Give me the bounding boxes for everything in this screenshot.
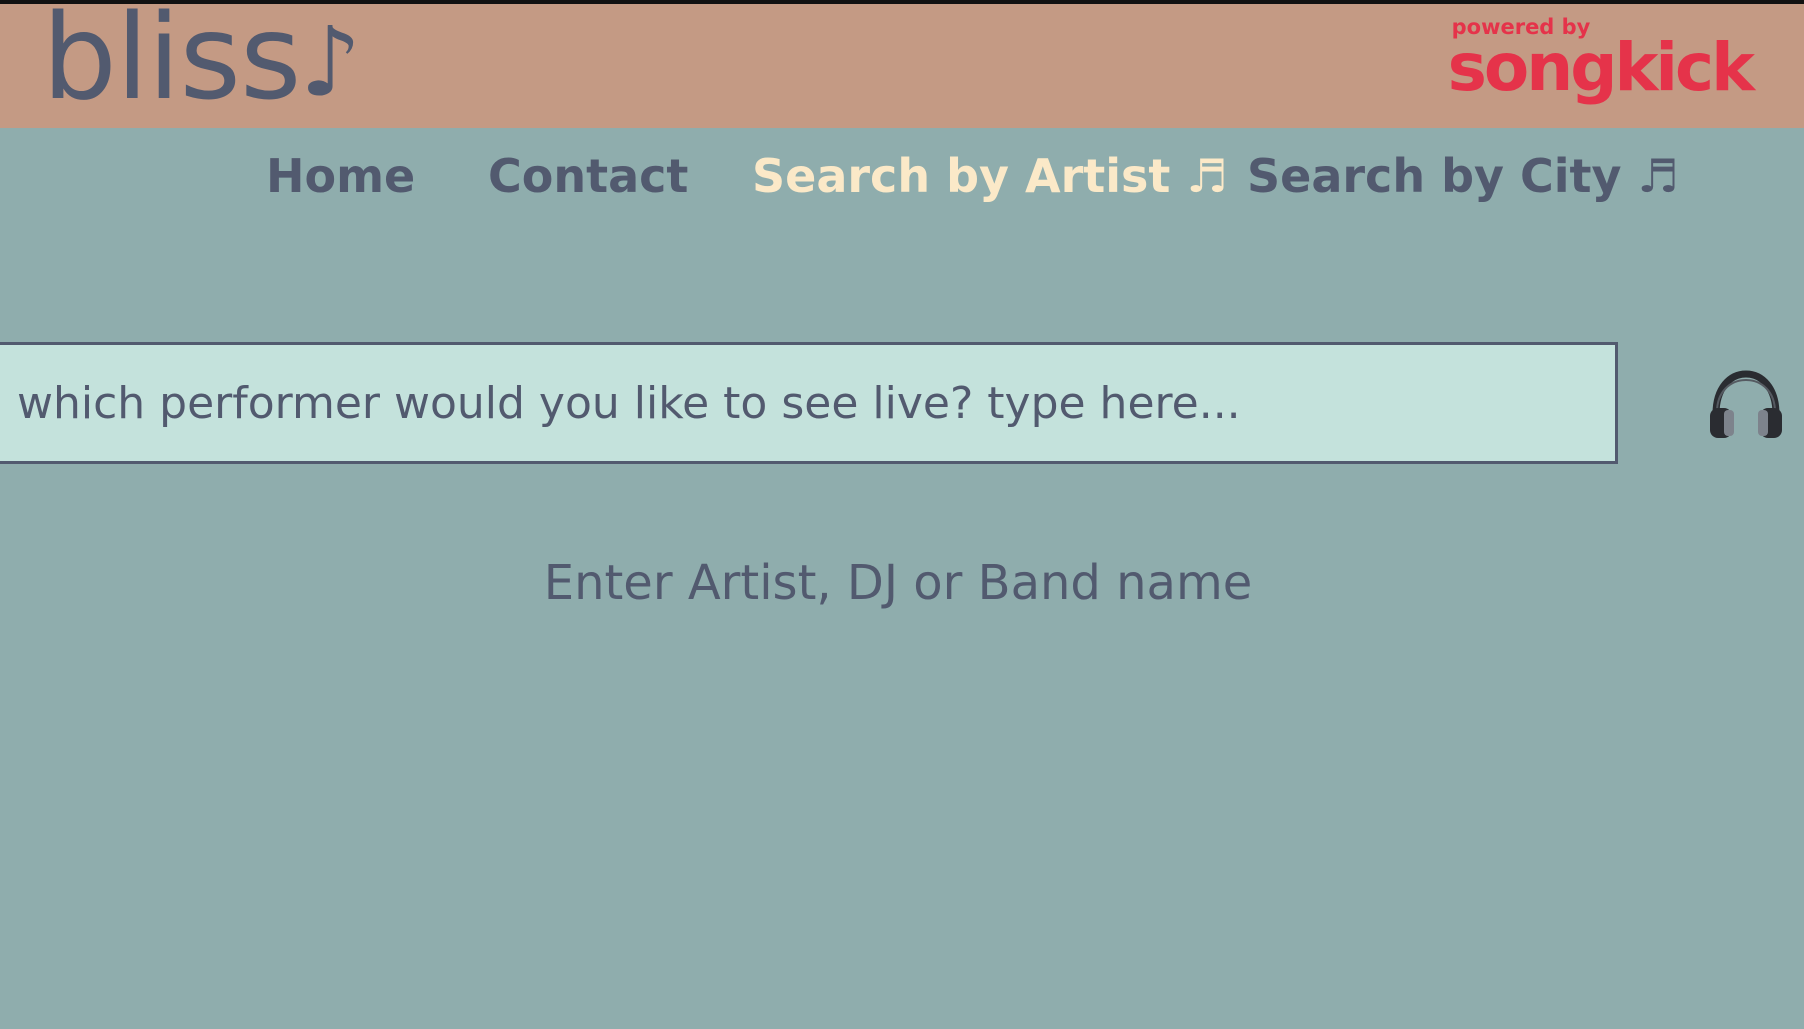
site-logo[interactable]: bliss bbox=[42, 0, 301, 116]
search-hint: Enter Artist, DJ or Band name bbox=[543, 555, 1253, 611]
songkick-logo: songkick bbox=[1447, 29, 1755, 106]
artist-search-box bbox=[0, 342, 1618, 464]
headphones-icon[interactable] bbox=[1708, 370, 1784, 440]
nav-search-by-city[interactable]: Search by City ♬ bbox=[1247, 146, 1679, 206]
site-header: bliss ♪ powered by songkick bbox=[0, 0, 1804, 128]
nav-home[interactable]: Home bbox=[266, 146, 415, 206]
nav-search-by-artist[interactable]: Search by Artist ♬ bbox=[752, 146, 1228, 206]
logo-text: bliss bbox=[42, 0, 301, 126]
main-nav: Home Contact Search by Artist ♬ Search b… bbox=[0, 140, 1804, 210]
music-note-icon: ♪ bbox=[300, 6, 362, 118]
powered-by-songkick[interactable]: powered by songkick bbox=[1447, 16, 1755, 106]
nav-contact[interactable]: Contact bbox=[488, 146, 688, 206]
artist-search-input[interactable] bbox=[17, 345, 1607, 461]
